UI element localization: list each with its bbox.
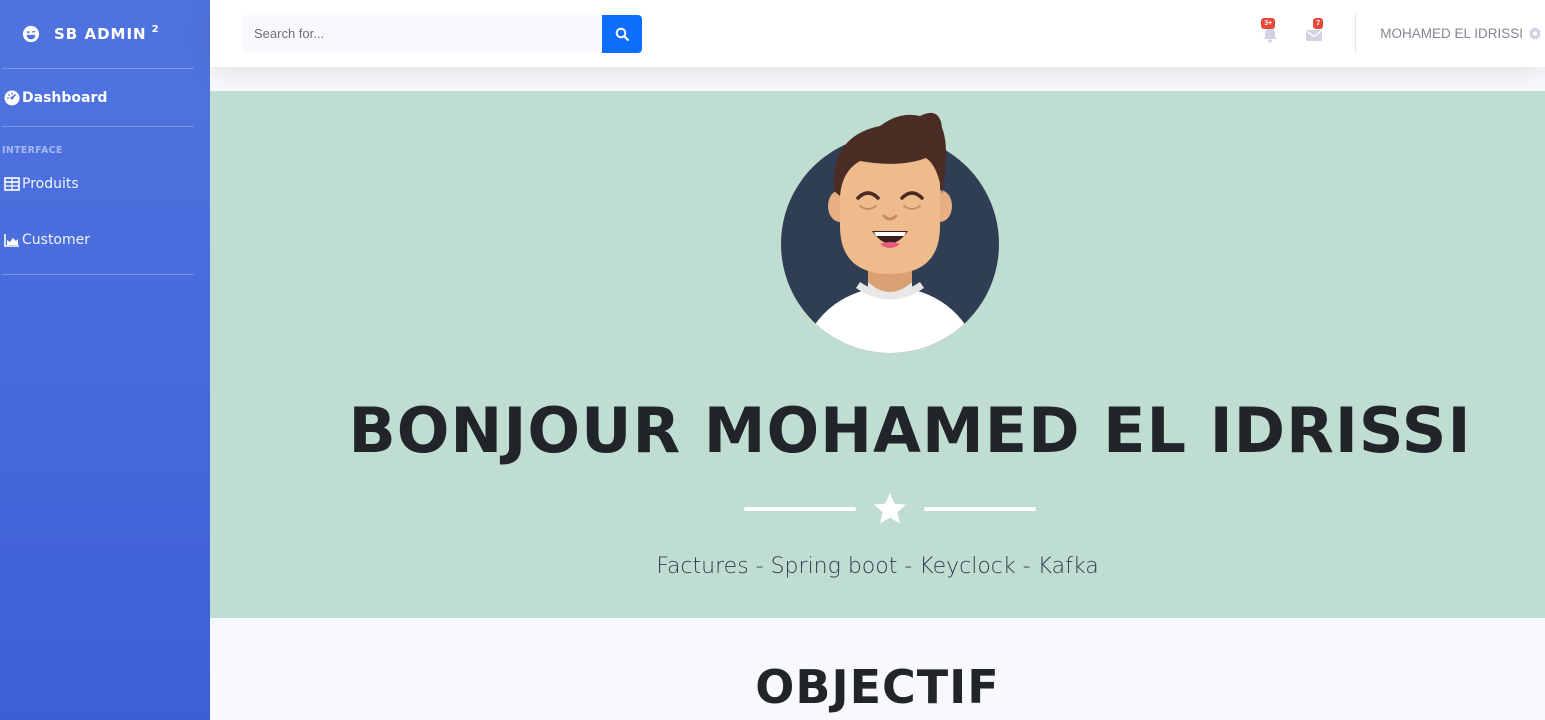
sidebar-item-produits[interactable]: Produits — [0, 162, 210, 206]
brand-name: SB ADMIN — [54, 25, 147, 43]
bell-icon — [1263, 27, 1278, 43]
sidebar-item-label: Customer — [22, 232, 91, 248]
divider-line-right — [924, 507, 1036, 511]
hero-section: BONJOUR MOHAMED EL IDRISSI Factures - Sp… — [210, 91, 1545, 618]
alerts-badge: 3+ — [1261, 17, 1276, 29]
search-input[interactable] — [242, 14, 602, 53]
table-icon — [4, 177, 20, 191]
sidebar-item-dashboard[interactable]: Dashboard — [0, 69, 210, 126]
topbar: 3+ 7 MOHAMED EL IDRISSI — [210, 0, 1545, 67]
objective-title: OBJECTIF — [755, 660, 1000, 714]
star-icon — [874, 493, 906, 524]
topbar-divider — [1355, 13, 1357, 54]
sidebar-item-customer[interactable]: Customer — [0, 206, 210, 274]
topbar-right: 3+ 7 MOHAMED EL IDRISSI — [1261, 0, 1545, 67]
area-chart-icon — [4, 234, 19, 247]
brand-sup: 2 — [151, 23, 160, 35]
user-name[interactable]: MOHAMED EL IDRISSI — [1380, 26, 1523, 41]
sidebar-item-label: Dashboard — [22, 89, 108, 106]
gear-icon[interactable] — [1527, 26, 1543, 42]
search-icon — [615, 27, 629, 41]
search-button[interactable] — [602, 14, 642, 53]
messages-dropdown[interactable]: 7 — [1305, 17, 1327, 45]
divider-line-left — [744, 507, 856, 511]
tachometer-icon — [4, 90, 20, 105]
search-form — [242, 14, 642, 53]
sidebar: SB ADMIN 2 Dashboard INTERFACE Produits … — [0, 0, 210, 720]
laugh-wink-icon — [22, 25, 40, 43]
avatar-image — [781, 112, 999, 353]
hero-divider — [744, 491, 1036, 527]
sidebar-brand[interactable]: SB ADMIN 2 — [0, 0, 210, 68]
envelope-icon — [1306, 29, 1323, 41]
hero-subtitle: Factures - Spring boot - Keyclock - Kafk… — [656, 554, 1099, 579]
alerts-dropdown[interactable]: 3+ — [1261, 17, 1283, 45]
hero-title: BONJOUR MOHAMED EL IDRISSI — [348, 394, 1472, 467]
messages-badge: 7 — [1313, 17, 1324, 29]
sidebar-item-label: Produits — [22, 176, 79, 192]
sidebar-divider — [2, 274, 194, 275]
sidebar-heading: INTERFACE — [2, 145, 63, 156]
objective-section: OBJECTIF — [210, 618, 1545, 720]
